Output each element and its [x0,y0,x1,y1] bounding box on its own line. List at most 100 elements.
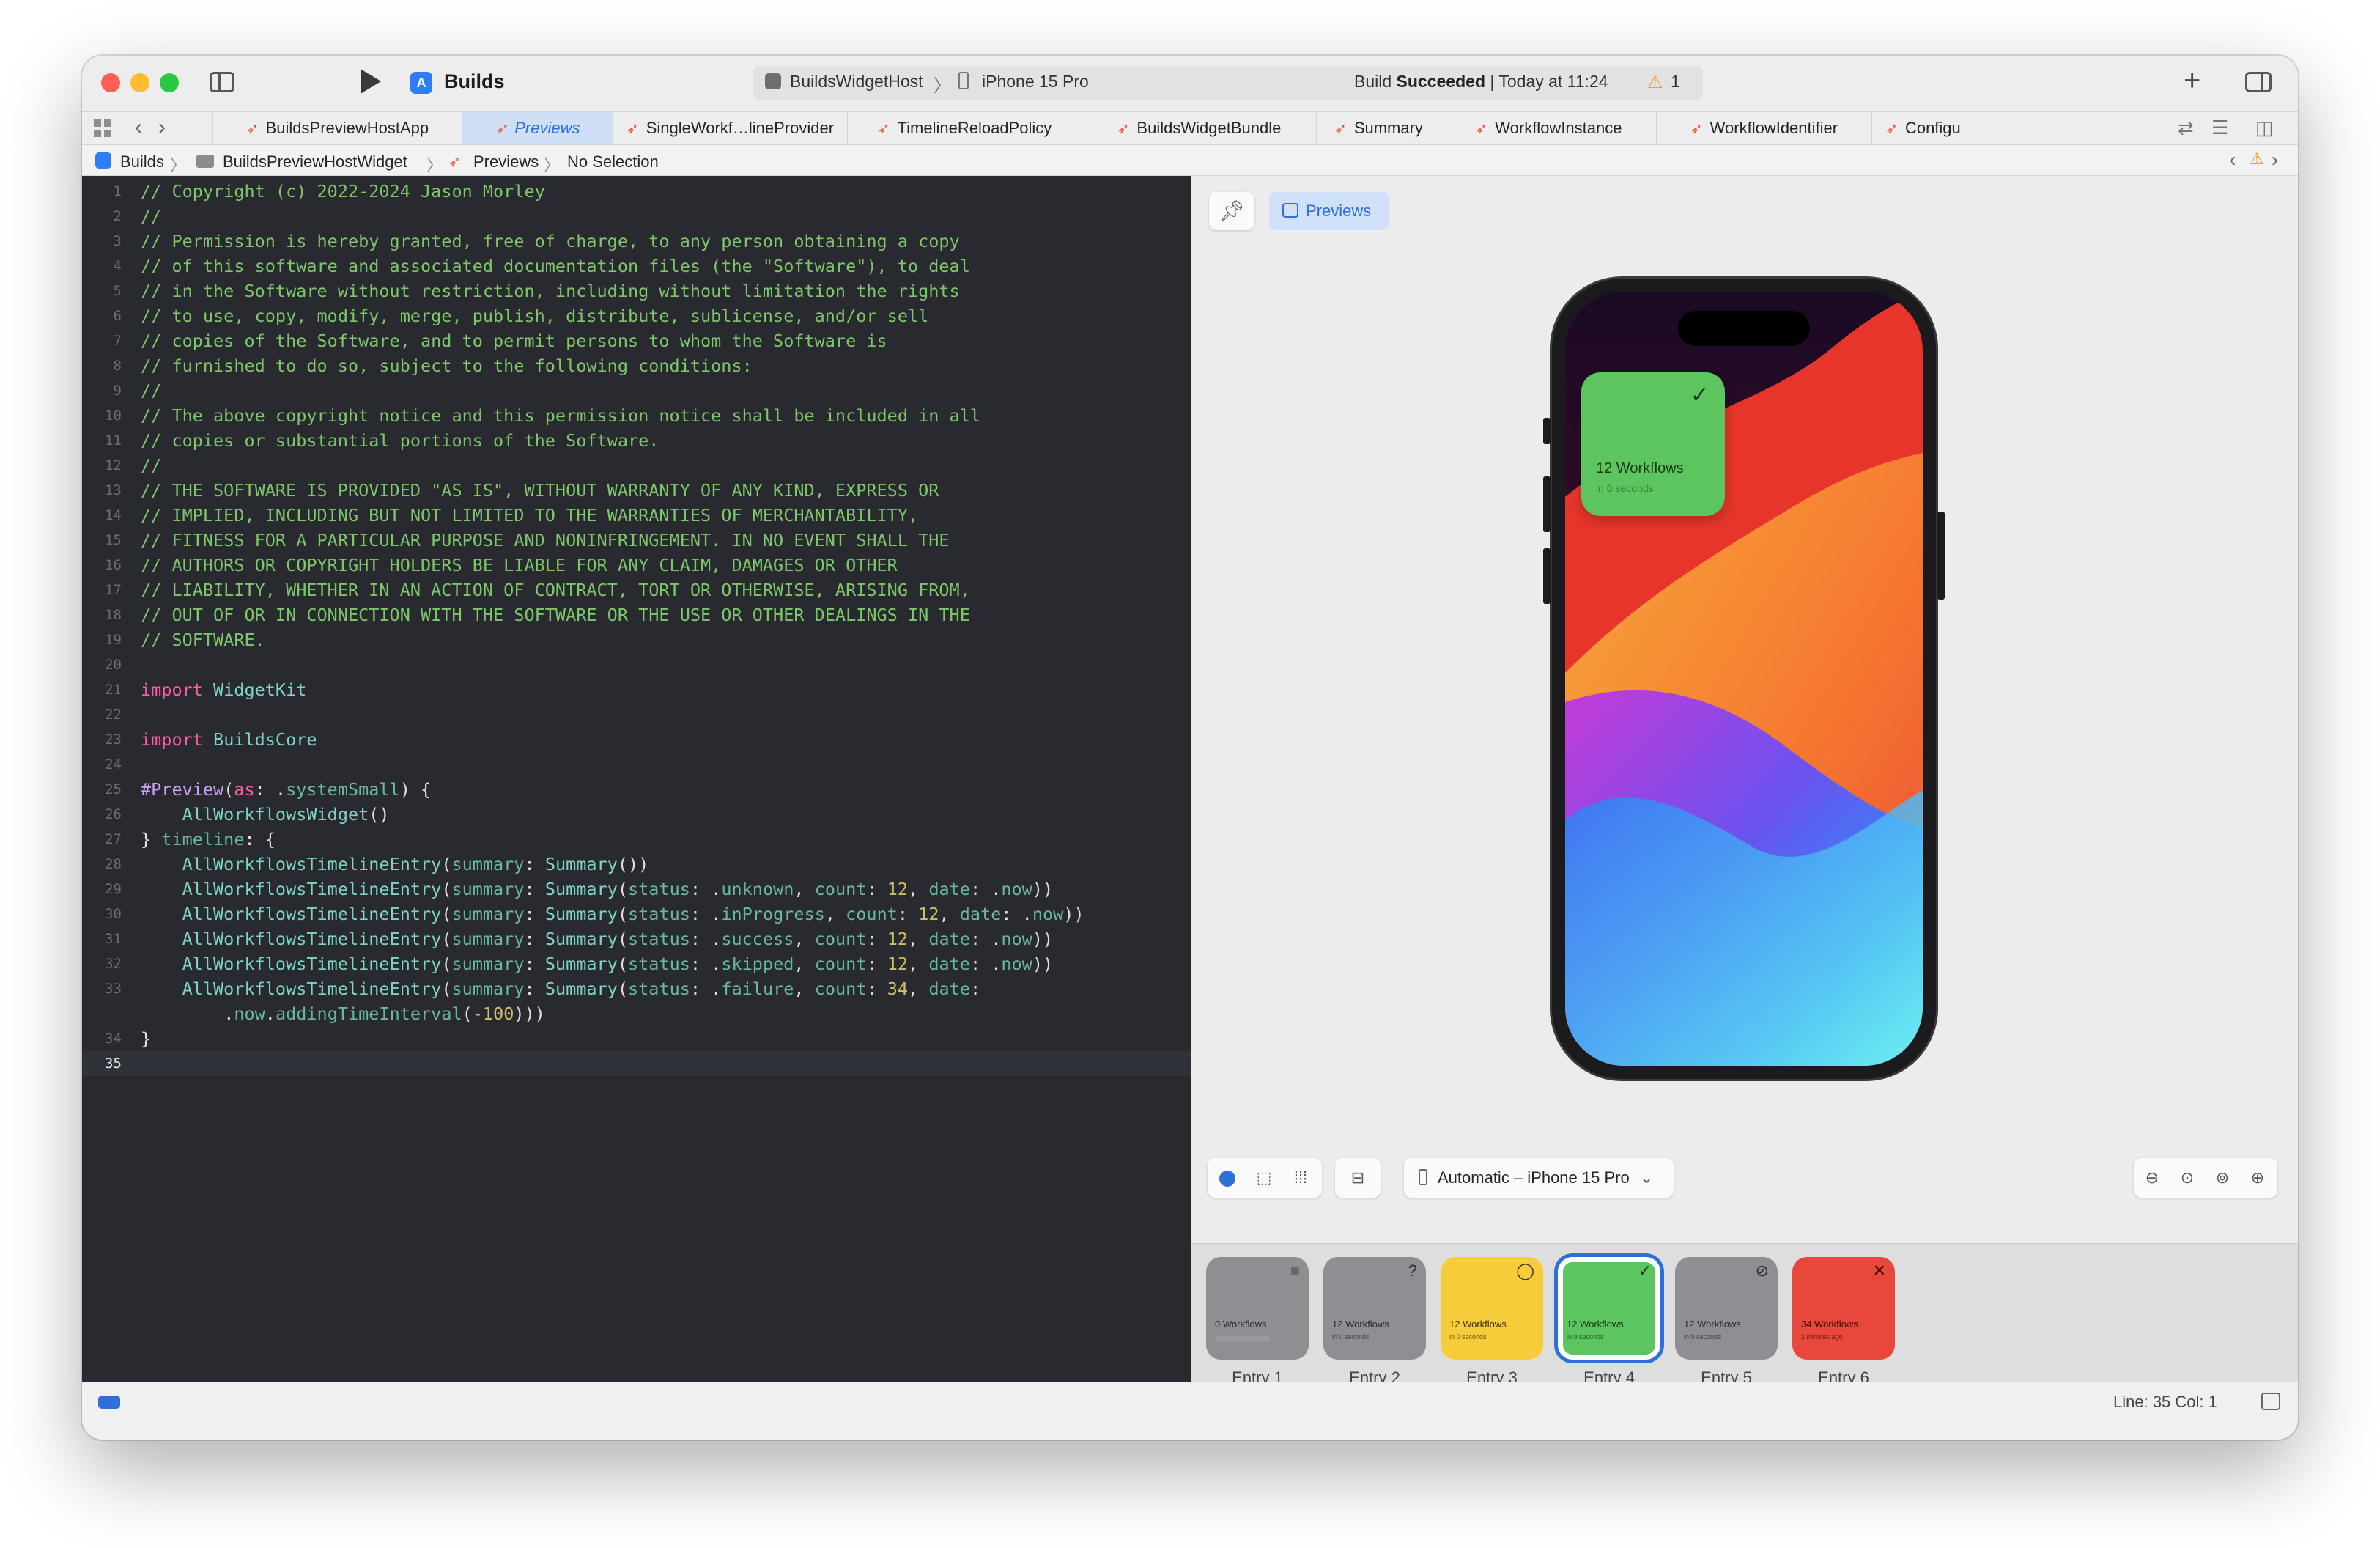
breadcrumb-project[interactable]: Builds [120,152,164,172]
warning-icon[interactable]: ⚠ [2250,150,2264,169]
previous-issue-icon[interactable]: ‹ [2229,148,2236,172]
inspector-toggle-icon[interactable] [2245,72,2272,92]
entry-widget-thumbnail[interactable]: ? 12 Workflows in 0 seconds [1323,1257,1426,1360]
minimize-window-button[interactable] [130,73,149,92]
related-items-grid-icon[interactable] [94,119,111,137]
tab-7[interactable]: ➶ WorkflowIdentifier [1656,112,1871,144]
breadcrumb-file[interactable]: Previews [473,152,539,172]
tab-3[interactable]: ➶ TimelineReloadPolicy [847,112,1082,144]
back-arrow-icon[interactable]: ‹ [135,115,142,140]
code-line[interactable]: 26 AllWorkflowsWidget() [82,802,1191,827]
tab-6[interactable]: ➶ WorkflowInstance [1441,112,1656,144]
editor-options-icon[interactable]: ☰ [2211,117,2228,139]
source-editor[interactable]: 1 // Copyright (c) 2022-2024 Jason Morley… [82,176,1191,1382]
entry-widget-thumbnail[interactable]: ■ 0 Workflows [1206,1257,1309,1360]
selectable-mode-button[interactable]: ⬚ [1247,1158,1281,1198]
swift-file-icon: ➶ [245,121,259,137]
entry-title: 0 Workflows [1215,1319,1267,1330]
code-line[interactable]: 4 // of this software and associated docu… [82,254,1191,279]
code-line[interactable]: 35 [82,1051,1191,1076]
xmark-icon: ✕ [1872,1261,1886,1280]
breadcrumb-group[interactable]: BuildsPreviewHostWidget [223,152,407,172]
tab-4[interactable]: ➶ BuildsWidgetBundle [1082,112,1316,144]
show-debug-area-icon[interactable] [2261,1393,2280,1410]
home-screen-widget[interactable]: ✓ 12 Workflows in 0 seconds [1581,372,1725,516]
code-line[interactable]: 7 // copies of the Software, and to permi… [82,328,1191,353]
code-line[interactable]: 25 #Preview(as: .systemSmall) { [82,777,1191,802]
preview-device-select[interactable]: Automatic – iPhone 15 Pro ⌄ [1404,1158,1674,1198]
code-line[interactable]: 34} [82,1026,1191,1051]
live-mode-button[interactable] [1211,1158,1244,1198]
code-line[interactable]: 3 // Permission is hereby granted, free o… [82,229,1191,254]
tab-1[interactable]: ➶ Previews [462,112,613,144]
code-line[interactable]: 5 // in the Software without restriction,… [82,279,1191,303]
code-line[interactable]: 32 AllWorkflowsTimelineEntry(summary: Su… [82,951,1191,976]
navigator-toggle-icon[interactable] [210,72,234,92]
swap-icon[interactable]: ⇄ [2178,117,2194,139]
zoom-out-button[interactable]: ⊖ [2135,1158,2169,1198]
code-line[interactable]: 13 // THE SOFTWARE IS PROVIDED "AS IS", W… [82,478,1191,503]
code-line[interactable]: 21 import WidgetKit [82,677,1191,702]
code-line[interactable]: 14 // IMPLIED, INCLUDING BUT NOT LIMITED … [82,503,1191,528]
variants-button[interactable]: ⁞⁞⁞ [1284,1158,1318,1198]
code-line[interactable]: 8 // furnished to do so, subject to the f… [82,353,1191,378]
breadcrumb-symbol[interactable]: No Selection [567,152,659,172]
warning-count[interactable]: 1 [1671,72,1680,92]
run-destination-selector[interactable]: iPhone 15 Pro [982,72,1089,92]
entry-widget-thumbnail[interactable]: ◯ 12 Workflows in 0 seconds [1441,1257,1543,1360]
code-line[interactable]: 6 // to use, copy, modify, merge, publish… [82,303,1191,328]
tab-5[interactable]: ➶ Summary [1316,112,1441,144]
code-line[interactable]: 1 // Copyright (c) 2022-2024 Jason Morley [82,179,1191,204]
code-line[interactable]: 24 [82,752,1191,777]
code-line[interactable]: 2 // [82,204,1191,229]
code-line[interactable]: 29 AllWorkflowsTimelineEntry(summary: Su… [82,877,1191,902]
tab-0[interactable]: ➶ BuildsPreviewHostApp [212,112,462,144]
preview-controls: ⬚ ⁞⁞⁞ ⊟ Automatic – iPhone 15 Pro ⌄ ⊖ ⊙ … [1191,1158,2298,1217]
code-line[interactable]: 11 // copies or substantial portions of t… [82,428,1191,453]
line-number: 16 [105,557,122,573]
run-button[interactable] [361,69,381,94]
zoom-window-button[interactable] [160,73,179,92]
zoom-100-button[interactable]: ⊙ [2170,1158,2204,1198]
entry-widget-thumbnail[interactable]: ⊘ 12 Workflows in 0 seconds [1675,1257,1778,1360]
code-line[interactable]: 15 // FITNESS FOR A PARTICULAR PURPOSE AN… [82,528,1191,553]
code-line[interactable]: 18 // OUT OF OR IN CONNECTION WITH THE SO… [82,602,1191,627]
entry-widget-thumbnail[interactable]: ✕ 34 Workflows 2 minutes ago [1792,1257,1895,1360]
zoom-fit-button[interactable]: ⊚ [2206,1158,2239,1198]
code-line[interactable]: 19 // SOFTWARE. [82,627,1191,652]
code-line[interactable]: 17 // LIABILITY, WHETHER IN AN ACTION OF … [82,578,1191,602]
forward-arrow-icon[interactable]: › [158,115,166,140]
code-line[interactable]: .now.addingTimeInterval(-100))) [82,1001,1191,1026]
code-line[interactable]: 30 AllWorkflowsTimelineEntry(summary: Su… [82,902,1191,926]
code-line[interactable]: 28 AllWorkflowsTimelineEntry(summary: Su… [82,852,1191,877]
zoom-out-icon: ⊖ [2145,1168,2159,1187]
library-add-button[interactable]: + [2184,64,2200,97]
progress-bar [1215,1336,1271,1341]
tab-8[interactable]: ➶ Configu [1871,112,1974,144]
debug-area-toggle[interactable] [98,1396,120,1409]
code-line[interactable]: 22 [82,702,1191,727]
code-line[interactable]: 33 AllWorkflowsTimelineEntry(summary: Su… [82,976,1191,1001]
close-window-button[interactable] [101,73,120,92]
code-line[interactable]: 16 // AUTHORS OR COPYRIGHT HOLDERS BE LIA… [82,553,1191,578]
entry-widget-thumbnail[interactable]: ✓ 12 Workflows in 0 seconds [1558,1257,1660,1360]
code-line[interactable]: 20 [82,652,1191,677]
warning-icon[interactable]: ⚠ [1647,72,1663,93]
line-number: 32 [105,956,122,972]
code-text: // IMPLIED, INCLUDING BUT NOT LIMITED TO… [141,505,919,526]
code-line[interactable]: 9 // [82,378,1191,403]
line-number: 4 [113,258,122,274]
code-line[interactable]: 27} timeline: { [82,827,1191,852]
code-line[interactable]: 31 AllWorkflowsTimelineEntry(summary: Su… [82,926,1191,951]
previews-button[interactable]: Previews [1269,192,1389,230]
pin-preview-button[interactable]: 📌︎ [1209,192,1254,230]
device-settings-button[interactable]: ⊟ [1341,1158,1375,1198]
zoom-in-button[interactable]: ⊕ [2241,1158,2274,1198]
code-line[interactable]: 12 // [82,453,1191,478]
tab-2[interactable]: ➶ SingleWorkf…lineProvider [613,112,847,144]
scheme-selector[interactable]: BuildsWidgetHost [790,72,923,92]
code-line[interactable]: 23 import BuildsCore [82,727,1191,752]
code-line[interactable]: 10 // The above copyright notice and this… [82,403,1191,428]
next-issue-icon[interactable]: › [2272,148,2278,172]
split-editor-icon[interactable]: ◫ [2255,117,2274,139]
